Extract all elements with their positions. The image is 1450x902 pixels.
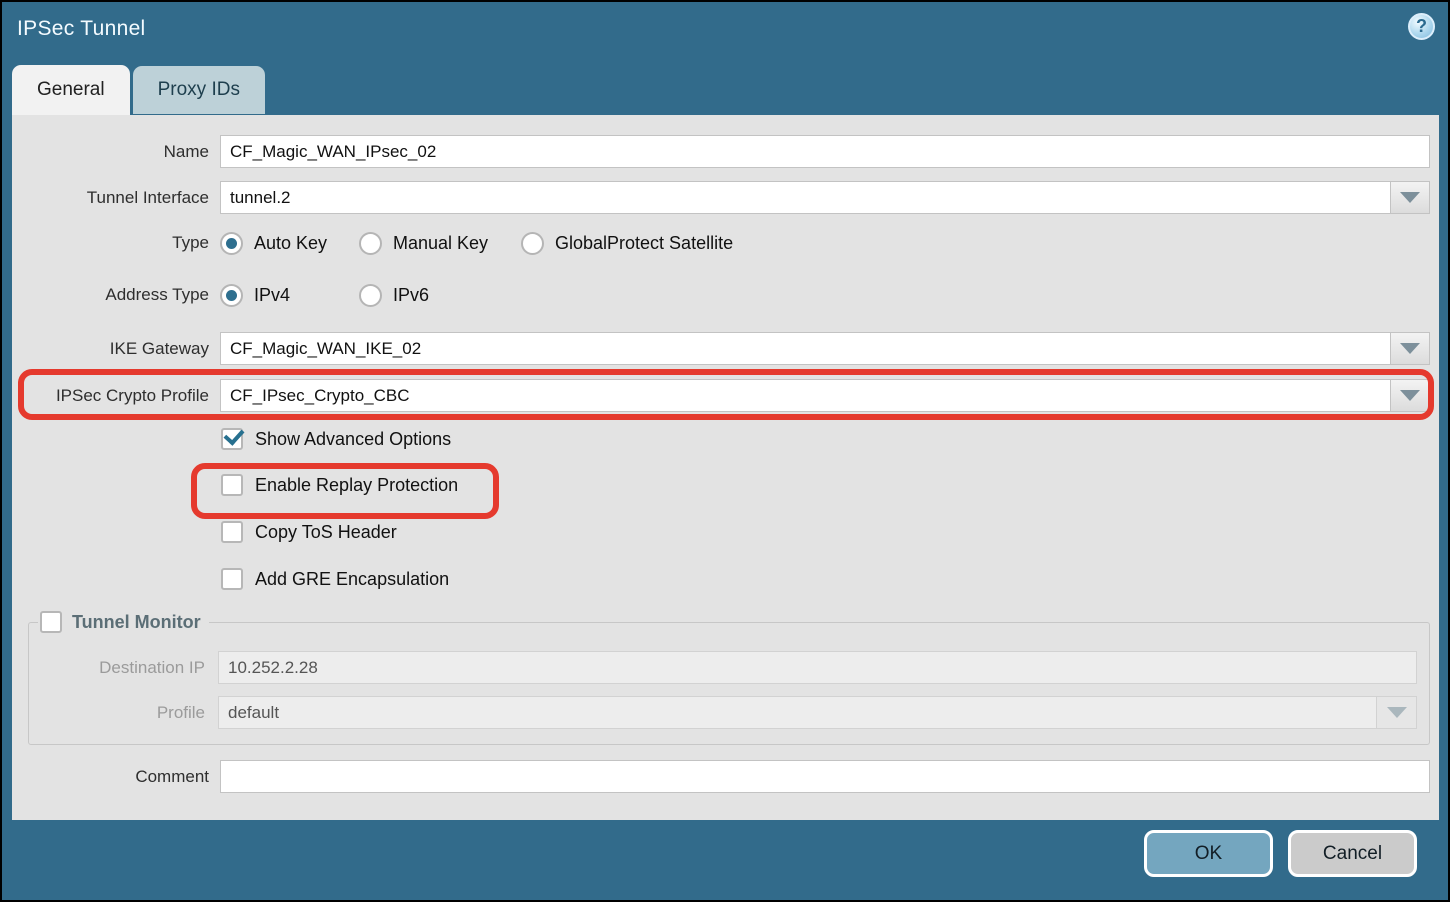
enable-replay-protection-checkbox-row[interactable]: Enable Replay Protection [221,474,458,496]
ok-button[interactable]: OK [1144,830,1273,877]
chevron-down-icon [1400,192,1420,203]
ipsec-crypto-profile-label: IPSec Crypto Profile [12,386,209,406]
type-option-auto-key[interactable]: Auto Key [220,232,359,255]
dialog-title: IPSec Tunnel [17,17,146,41]
chevron-down-icon [1400,343,1420,354]
tunnel-monitor-fieldset: Tunnel Monitor Destination IP 10.252.2.2… [28,622,1430,745]
general-tab-panel: Name Tunnel Interface tunnel.2 Type Auto… [12,115,1439,820]
tunnel-interface-dropdown-button[interactable] [1390,181,1430,214]
profile-dropdown: default [218,696,1417,729]
ike-gateway-dropdown-button[interactable] [1390,332,1430,365]
destination-ip-label: Destination IP [29,658,205,678]
address-type-option-label: IPv4 [254,285,290,306]
add-gre-encapsulation-label: Add GRE Encapsulation [255,569,449,590]
radio-selected-icon[interactable] [220,284,243,307]
chevron-down-icon [1400,390,1420,401]
ipsec-crypto-profile-dropdown[interactable]: CF_IPsec_Crypto_CBC [220,379,1430,412]
add-gre-encapsulation-checkbox-row[interactable]: Add GRE Encapsulation [221,568,449,590]
ike-gateway-dropdown[interactable]: CF_Magic_WAN_IKE_02 [220,332,1430,365]
show-advanced-options-label: Show Advanced Options [255,429,451,450]
profile-value: default [218,696,1377,729]
checkbox-checked-icon[interactable] [221,428,243,450]
checkbox-unchecked-icon[interactable] [40,611,62,633]
comment-row: Comment [12,760,1430,793]
help-icon[interactable]: ? [1408,13,1435,40]
type-option-label: GlobalProtect Satellite [555,233,733,254]
comment-input[interactable] [220,760,1430,793]
tab-general[interactable]: General [12,65,130,115]
chevron-down-icon [1387,707,1407,718]
tab-bar: General Proxy IDs [12,65,265,115]
tab-proxy-ids[interactable]: Proxy IDs [133,66,265,114]
checkbox-unchecked-icon[interactable] [221,474,243,496]
address-type-label: Address Type [12,285,209,305]
enable-replay-protection-label: Enable Replay Protection [255,475,458,496]
tunnel-interface-value: tunnel.2 [220,181,1390,214]
address-type-row: Address Type IPv4 IPv6 [12,282,429,308]
type-option-label: Auto Key [254,233,327,254]
type-row: Type Auto Key Manual Key GlobalProtect S… [12,230,733,256]
tunnel-monitor-label: Tunnel Monitor [72,612,201,633]
show-advanced-options-checkbox-row[interactable]: Show Advanced Options [221,428,451,450]
ipsec-crypto-profile-dropdown-button[interactable] [1390,379,1430,412]
profile-row: Profile default [29,696,1417,729]
name-input[interactable] [220,135,1430,168]
address-type-option-ipv4[interactable]: IPv4 [220,284,359,307]
address-type-option-ipv6[interactable]: IPv6 [359,284,429,307]
radio-unselected-icon[interactable] [521,232,544,255]
dialog-titlebar: IPSec Tunnel ? [2,2,1448,64]
profile-dropdown-button [1377,696,1417,729]
address-type-option-label: IPv6 [393,285,429,306]
ipsec-crypto-profile-row: IPSec Crypto Profile CF_IPsec_Crypto_CBC [12,379,1430,412]
tunnel-monitor-checkbox-row[interactable]: Tunnel Monitor [38,611,209,633]
type-option-globalprotect-satellite[interactable]: GlobalProtect Satellite [521,232,733,255]
ipsec-tunnel-dialog: IPSec Tunnel ? General Proxy IDs Name Tu… [0,0,1450,902]
radio-unselected-icon[interactable] [359,232,382,255]
checkbox-unchecked-icon[interactable] [221,568,243,590]
profile-label: Profile [29,703,205,723]
ike-gateway-row: IKE Gateway CF_Magic_WAN_IKE_02 [12,332,1430,365]
destination-ip-input: 10.252.2.28 [218,651,1417,684]
ipsec-crypto-profile-value: CF_IPsec_Crypto_CBC [220,379,1390,412]
copy-tos-header-label: Copy ToS Header [255,522,397,543]
tunnel-interface-dropdown[interactable]: tunnel.2 [220,181,1430,214]
tunnel-interface-label: Tunnel Interface [12,188,209,208]
destination-ip-row: Destination IP 10.252.2.28 [29,651,1417,684]
cancel-button[interactable]: Cancel [1288,830,1417,877]
type-option-label: Manual Key [393,233,488,254]
radio-selected-icon[interactable] [220,232,243,255]
type-option-manual-key[interactable]: Manual Key [359,232,521,255]
comment-label: Comment [12,767,209,787]
ike-gateway-label: IKE Gateway [12,339,209,359]
radio-unselected-icon[interactable] [359,284,382,307]
name-row: Name [12,135,1430,168]
checkbox-unchecked-icon[interactable] [221,521,243,543]
type-label: Type [12,233,209,253]
name-label: Name [12,142,209,162]
ike-gateway-value: CF_Magic_WAN_IKE_02 [220,332,1390,365]
dialog-footer: OK Cancel [2,816,1448,900]
tunnel-interface-row: Tunnel Interface tunnel.2 [12,181,1430,214]
copy-tos-header-checkbox-row[interactable]: Copy ToS Header [221,521,397,543]
